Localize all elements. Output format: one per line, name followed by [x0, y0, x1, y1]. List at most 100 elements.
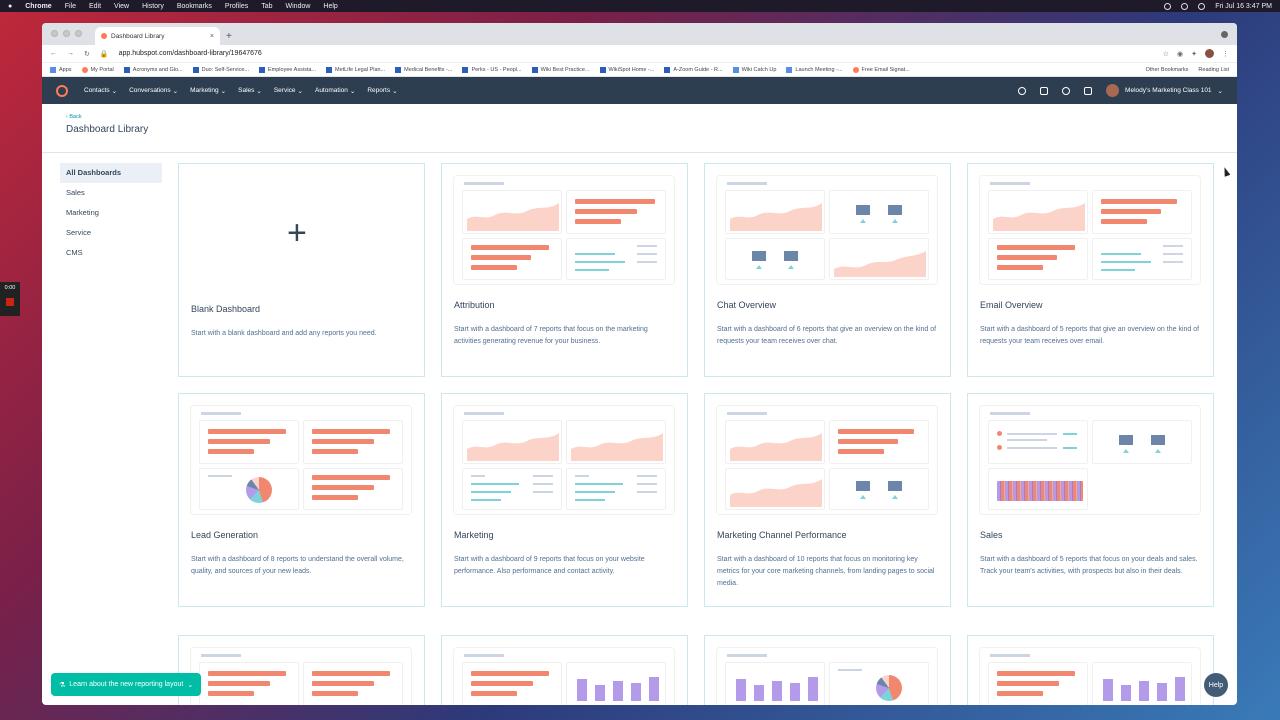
- bookmark-item[interactable]: Medical Benefits -...: [395, 66, 452, 73]
- search-icon[interactable]: [1198, 2, 1206, 10]
- dashboard-card-partial[interactable]: [967, 635, 1214, 705]
- back-link[interactable]: ‹ Back: [66, 114, 1213, 120]
- dashboard-card-partial[interactable]: [178, 635, 425, 705]
- preview-line: [637, 475, 657, 477]
- bookmark-item[interactable]: Free Email Signat...: [852, 66, 910, 73]
- bookmark-item[interactable]: My Portal: [81, 66, 114, 73]
- sidebar-item-cms[interactable]: CMS: [60, 243, 162, 263]
- preview-panel: [988, 238, 1088, 280]
- browser-tab[interactable]: Dashboard Library ×: [95, 27, 220, 45]
- help-button[interactable]: Help: [1204, 673, 1228, 697]
- dashboard-card-email-overview[interactable]: Email Overview Start with a dashboard of…: [967, 163, 1214, 377]
- new-tab-icon[interactable]: +: [226, 31, 232, 42]
- record-stop-button[interactable]: [6, 298, 14, 306]
- preview-bar: [471, 691, 517, 696]
- chevron-down-icon: ⌄: [187, 681, 194, 689]
- nav-marketing[interactable]: Marketing ⌄: [190, 87, 226, 95]
- dashboard-card-marketing[interactable]: Marketing Start with a dashboard of 9 re…: [441, 393, 688, 607]
- menu-edit[interactable]: Edit: [89, 3, 101, 10]
- preview-bar: [312, 449, 358, 454]
- bookmark-item[interactable]: Duo: Self-Service...: [192, 66, 249, 73]
- extension-icon[interactable]: ◉: [1177, 50, 1183, 58]
- address-bar: ← → ↻ 🔒 app.hubspot.com/dashboard-librar…: [42, 45, 1237, 63]
- menu-window[interactable]: Window: [286, 3, 311, 10]
- profile-dot-icon[interactable]: [1221, 31, 1228, 38]
- bookmark-star-icon[interactable]: ☆: [1163, 50, 1169, 58]
- main-content: All Dashboards Sales Marketing Service C…: [42, 153, 1237, 607]
- zoom-window-button[interactable]: [75, 30, 82, 37]
- reload-icon[interactable]: ↻: [84, 50, 90, 58]
- nav-sales[interactable]: Sales ⌄: [238, 87, 262, 95]
- menu-help[interactable]: Help: [323, 3, 337, 10]
- dashboard-card-chat-overview[interactable]: Chat Overview Start with a dashboard of …: [704, 163, 951, 377]
- nav-automation[interactable]: Automation ⌄: [315, 87, 355, 95]
- marketplace-icon[interactable]: [1040, 86, 1049, 95]
- forward-arrow-icon[interactable]: →: [67, 50, 74, 57]
- sidebar-item-marketing[interactable]: Marketing: [60, 203, 162, 223]
- menu-tab[interactable]: Tab: [261, 3, 272, 10]
- bookmark-item[interactable]: Perks - US - Peopl...: [462, 66, 522, 73]
- url-field[interactable]: app.hubspot.com/dashboard-library/196476…: [119, 50, 262, 57]
- profile-avatar[interactable]: [1205, 49, 1214, 58]
- menu-file[interactable]: File: [65, 3, 76, 10]
- dashboard-card-partial[interactable]: [441, 635, 688, 705]
- bell-icon[interactable]: [1084, 86, 1093, 95]
- bookmark-item[interactable]: A-Zoom Guide - R...: [664, 66, 723, 73]
- minimize-window-button[interactable]: [63, 30, 70, 37]
- learn-reporting-button[interactable]: ⚗ Learn about the new reporting layout ⌄: [51, 673, 202, 696]
- bookmark-item[interactable]: WikiSpot Home -...: [599, 66, 654, 73]
- dashboard-card-blank[interactable]: + Blank Dashboard Start with a blank das…: [178, 163, 425, 377]
- bookmark-item[interactable]: Acronyms and Glo...: [123, 66, 183, 73]
- sidebar-item-all-dashboards[interactable]: All Dashboards: [60, 163, 162, 183]
- back-arrow-icon[interactable]: ←: [50, 50, 57, 57]
- menu-profiles[interactable]: Profiles: [225, 3, 248, 10]
- menu-history[interactable]: History: [142, 3, 164, 10]
- tab-title: Dashboard Library: [111, 32, 165, 40]
- bookmark-item[interactable]: Employee Assista...: [259, 66, 316, 73]
- preview-line: [727, 654, 767, 657]
- close-window-button[interactable]: [51, 30, 58, 37]
- dashboard-card-sales[interactable]: Sales Start with a dashboard of 5 report…: [967, 393, 1214, 607]
- bookmark-label: A-Zoom Guide - R...: [673, 66, 723, 73]
- menu-chrome[interactable]: Chrome: [25, 3, 51, 10]
- bookmark-item[interactable]: Wiki Catch Up: [732, 66, 776, 73]
- dashboard-card-lead-generation[interactable]: Lead Generation Start with a dashboard o…: [178, 393, 425, 607]
- nav-reports[interactable]: Reports ⌄: [367, 87, 397, 95]
- dashboard-card-marketing-channel-performance[interactable]: Marketing Channel Performance Start with…: [704, 393, 951, 607]
- status-icon[interactable]: [1164, 2, 1172, 10]
- menu-view[interactable]: View: [114, 3, 129, 10]
- bookmark-item[interactable]: Apps: [50, 66, 72, 73]
- preview-panel: [988, 190, 1088, 234]
- hubspot-logo-icon[interactable]: [56, 84, 68, 97]
- card-title: Chat Overview: [717, 300, 777, 310]
- puzzle-icon[interactable]: ✦: [1191, 50, 1197, 58]
- bookmark-item[interactable]: Wiki Best Practice...: [531, 66, 590, 73]
- nav-contacts[interactable]: Contacts ⌄: [84, 87, 117, 95]
- datetime[interactable]: Fri Jul 16 3:47 PM: [1215, 3, 1272, 10]
- nav-service[interactable]: Service ⌄: [274, 87, 303, 95]
- close-tab-icon[interactable]: ×: [210, 33, 214, 40]
- nav-conversations[interactable]: Conversations ⌄: [129, 87, 178, 95]
- preview-kpi: [856, 205, 870, 215]
- dashboard-card-attribution[interactable]: Attribution Start with a dashboard of 7 …: [441, 163, 688, 377]
- card-description: Start with a dashboard of 8 reports to u…: [191, 556, 404, 575]
- reading-list[interactable]: Reading List: [1198, 67, 1229, 73]
- wifi-icon[interactable]: [1181, 2, 1189, 10]
- apple-icon[interactable]: ●: [8, 3, 12, 10]
- account-menu[interactable]: Melody's Marketing Class 101 ⌄: [1106, 84, 1223, 97]
- bookmark-item[interactable]: Launch Meeting -...: [786, 66, 843, 73]
- hubspot-nav: Contacts ⌄ Conversations ⌄ Marketing ⌄ Sale…: [42, 77, 1237, 104]
- sidebar-item-sales[interactable]: Sales: [60, 183, 162, 203]
- menu-bookmarks[interactable]: Bookmarks: [177, 3, 212, 10]
- preview-trend-icon: [756, 265, 762, 269]
- dashboard-card-partial[interactable]: [704, 635, 951, 705]
- gear-icon[interactable]: [1062, 86, 1071, 95]
- kebab-menu-icon[interactable]: ⋮: [1222, 50, 1229, 58]
- bookmark-item[interactable]: MetLife Legal Plan...: [326, 66, 385, 73]
- sidebar-item-service[interactable]: Service: [60, 223, 162, 243]
- other-bookmarks[interactable]: Other Bookmarks: [1146, 67, 1189, 73]
- bookmark-icon: [259, 66, 265, 73]
- search-icon[interactable]: [1018, 86, 1027, 95]
- preview-vbar: [613, 681, 623, 701]
- chevron-down-icon: ⌄: [172, 87, 179, 95]
